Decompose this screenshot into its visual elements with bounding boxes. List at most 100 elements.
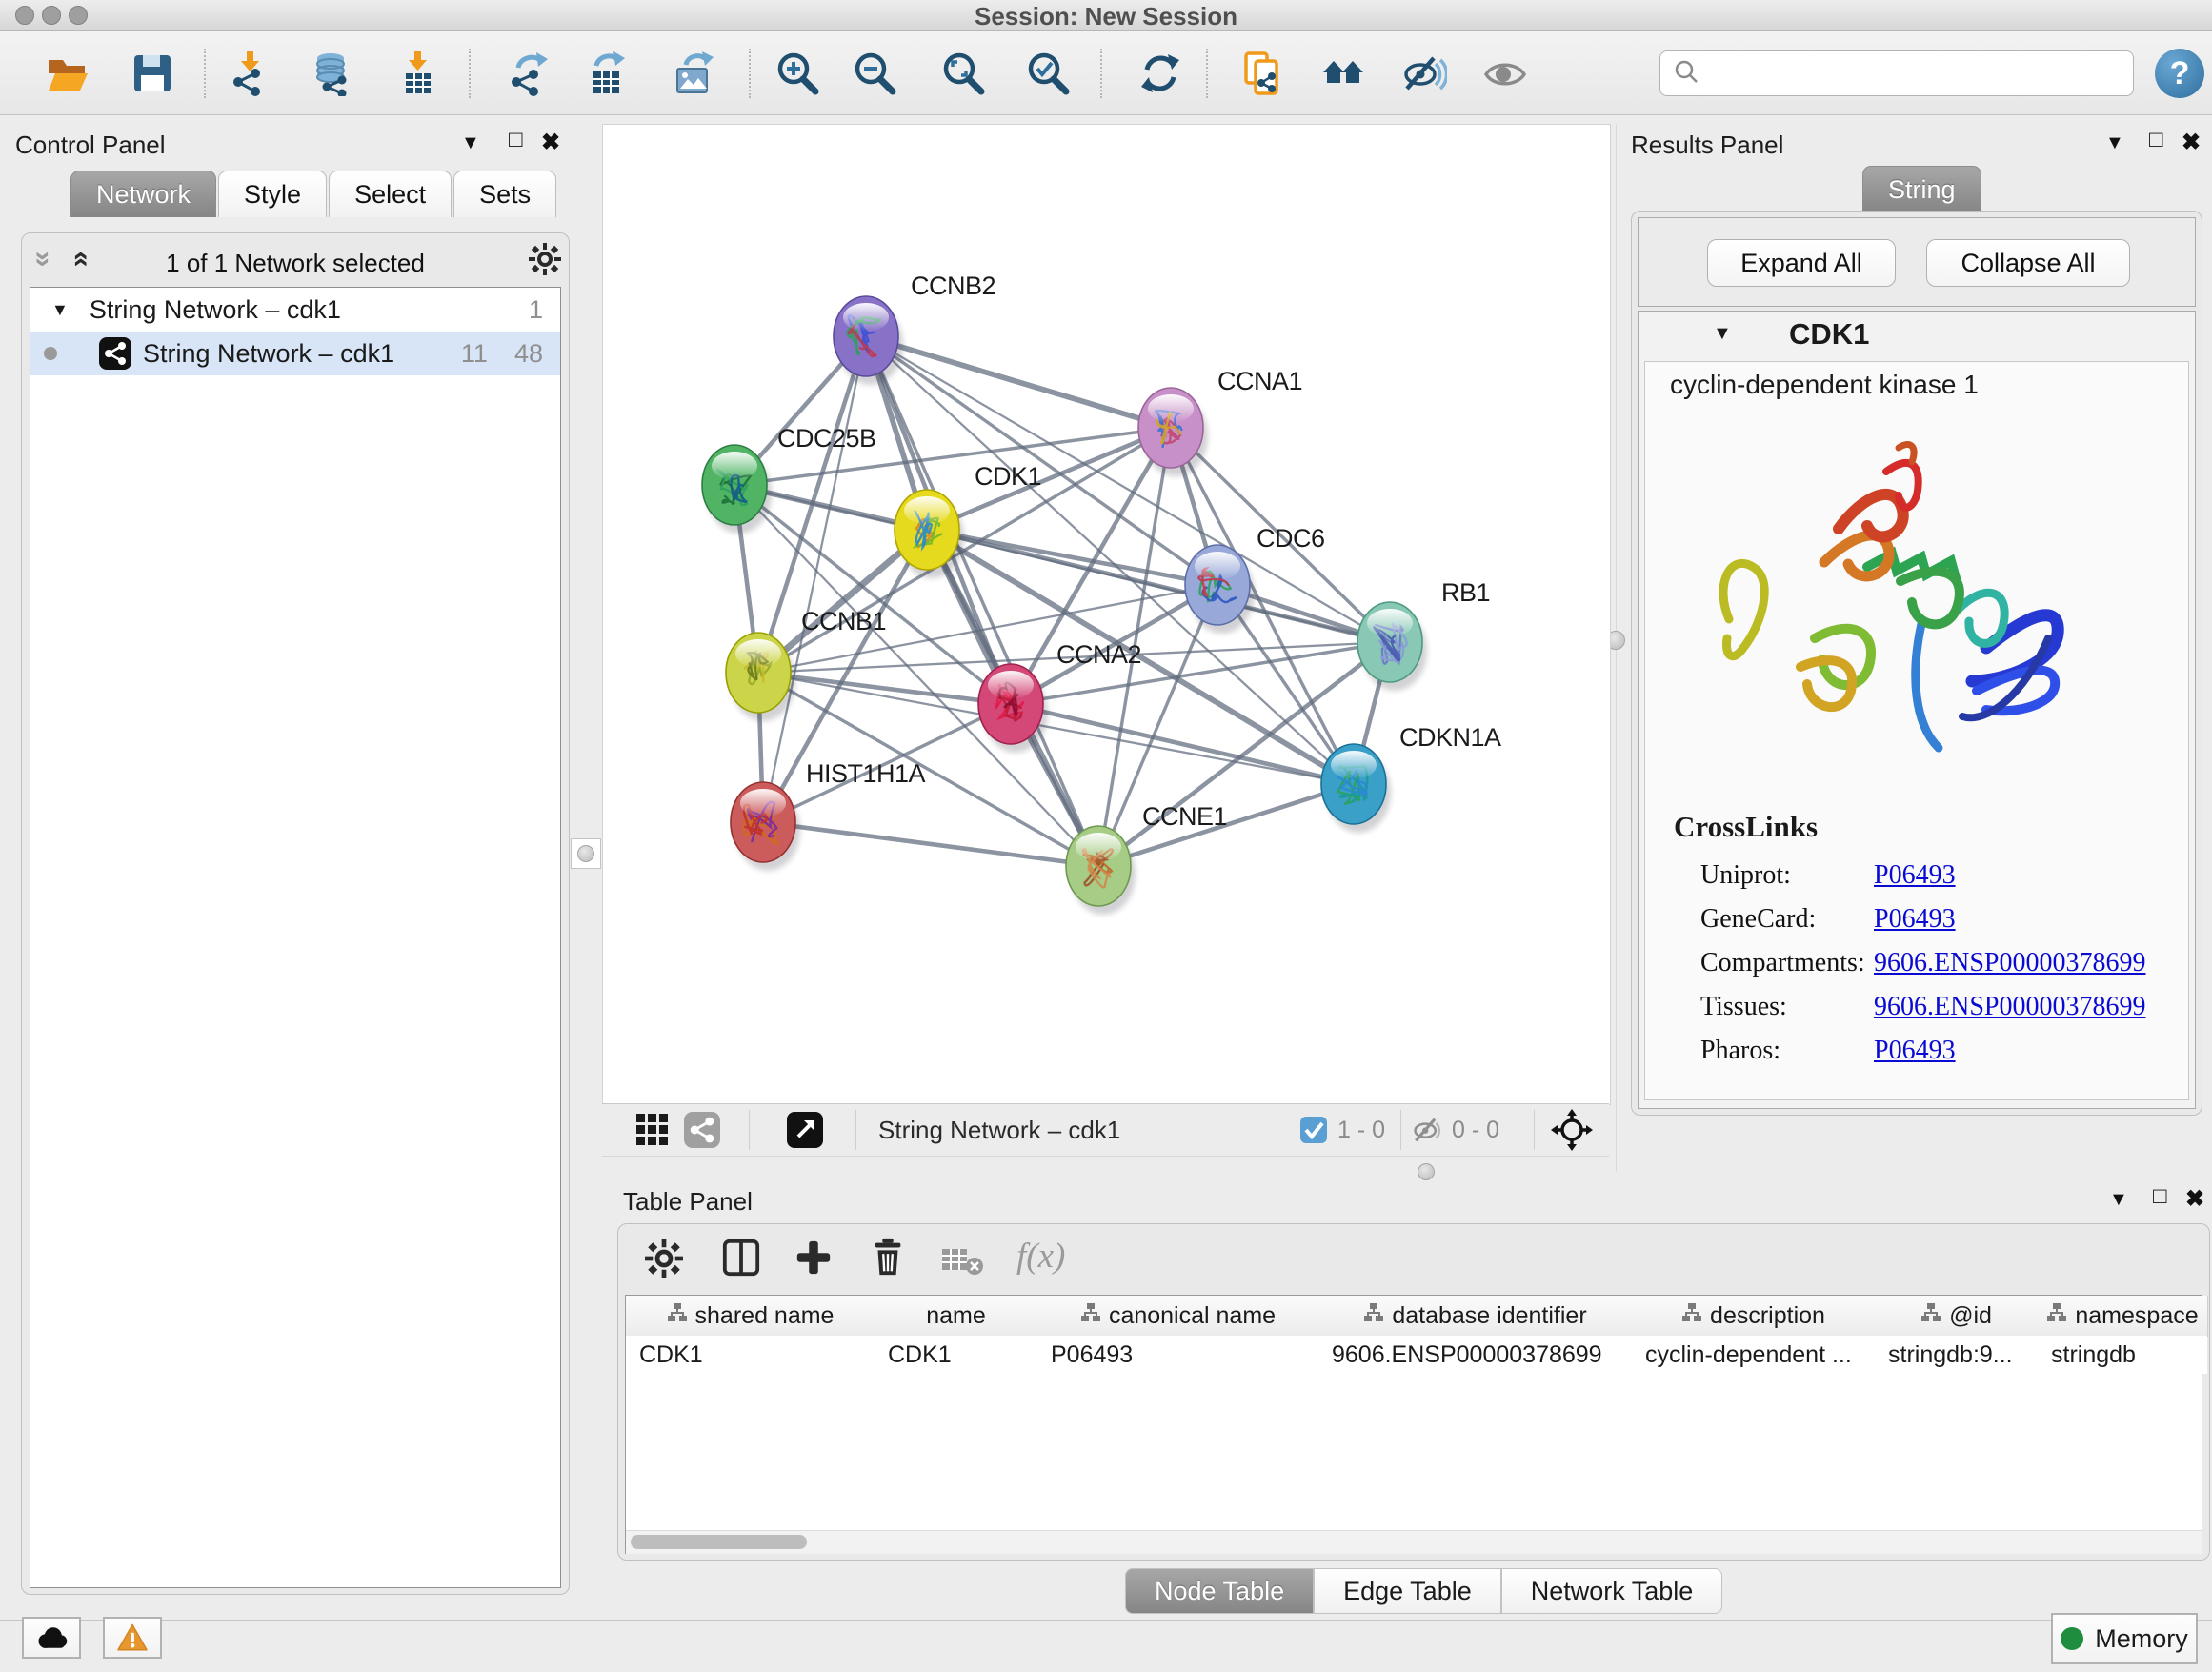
crosslink-link[interactable]: 9606.ENSP00000378699 [1874,992,2145,1022]
save-session-icon[interactable] [126,47,179,100]
table-cell[interactable]: stringdb [2038,1336,2207,1374]
tab-string[interactable]: String [1862,166,1981,212]
edge-CCNB2-HIST1H1A[interactable] [763,336,866,822]
column-header-shared-name[interactable]: shared name [626,1296,875,1337]
node-CDC25B[interactable] [702,445,772,534]
column-header-description[interactable]: description [1632,1296,1876,1337]
export-network-icon[interactable] [501,47,554,100]
node-CCNE1[interactable] [1066,826,1136,915]
import-network-icon[interactable] [223,47,276,100]
table-panel-float-icon[interactable]: □ [2153,1183,2167,1210]
search-input[interactable] [1708,59,2133,88]
crosslink-link[interactable]: P06493 [1874,1036,1956,1066]
zoom-in-icon[interactable] [771,47,824,100]
table-cell[interactable]: CDK1 [626,1336,875,1374]
delete-column-trash-icon[interactable] [868,1237,908,1281]
node-CCNB2[interactable] [834,296,903,385]
column-type-icon [1080,1302,1101,1330]
column-header--id[interactable]: @id [1875,1296,2039,1337]
tab-network[interactable]: Network [70,171,216,217]
edge-CCNB2-CCNA1[interactable] [866,336,1171,428]
tab-select[interactable]: Select [329,171,452,217]
column-header-namespace[interactable]: namespace [2038,1296,2208,1337]
hidden-eye-slash-icon[interactable] [1412,1114,1444,1151]
zoom-selected-icon[interactable] [1021,47,1075,100]
network-view-icon[interactable] [684,1112,720,1153]
hide-selected-eye-slash-icon[interactable] [1398,47,1451,100]
tab-edge-table[interactable]: Edge Table [1314,1568,1501,1614]
table-cell[interactable]: CDK1 [875,1336,1037,1374]
column-header-canonical-name[interactable]: canonical name [1037,1296,1319,1337]
import-database-icon[interactable] [306,47,359,100]
results-panel-menu-icon[interactable]: ▼ [2105,132,2124,154]
tab-network-table[interactable]: Network Table [1501,1568,1723,1614]
table-panel-menu-icon[interactable]: ▼ [2109,1189,2128,1211]
tab-style[interactable]: Style [218,171,327,217]
control-panel-close-icon[interactable]: ✖ [541,129,560,156]
collection-expand-icon[interactable]: ▼ [51,300,69,320]
zoom-out-icon[interactable] [848,47,901,100]
table-cell[interactable]: stringdb:9... [1875,1336,2038,1374]
table-panel-title: Table Panel [623,1187,753,1217]
footer-separator [1534,1110,1535,1150]
network-row-selected[interactable]: String Network – cdk1 11 48 [30,332,560,375]
warning-button[interactable] [103,1617,162,1659]
results-panel-close-icon[interactable]: ✖ [2182,129,2201,156]
zoom-fit-icon[interactable] [936,47,990,100]
cloud-button[interactable] [22,1617,81,1659]
horizontal-scrollbar[interactable] [626,1530,2202,1554]
node-label-CCNA1: CCNA1 [1217,367,1302,395]
node-CDKN1A[interactable] [1321,744,1391,833]
table-cell[interactable]: P06493 [1037,1336,1318,1374]
control-panel-float-icon[interactable]: □ [509,127,523,153]
edge-CCNB1-CCNA2[interactable] [758,673,1011,704]
add-column-icon[interactable] [794,1238,834,1282]
column-header-name[interactable]: name [875,1296,1038,1337]
refresh-icon[interactable] [1134,47,1187,100]
crosslink-link[interactable]: 9606.ENSP00000378699 [1874,948,2145,978]
show-preview-eye-icon[interactable] [1478,47,1532,100]
edge-CCNB2-RB1[interactable] [866,336,1390,642]
node-RB1[interactable] [1357,602,1427,691]
network-collection-row[interactable]: ▼ String Network – cdk1 1 [30,288,560,332]
tab-sets[interactable]: Sets [453,171,556,217]
memory-button[interactable]: Memory [2051,1613,2198,1664]
clone-network-icon[interactable] [1237,47,1290,100]
crosslink-link[interactable]: P06493 [1874,860,1956,891]
help-icon[interactable]: ? [2155,49,2204,98]
crosslink-label: Pharos: [1700,1036,1874,1066]
results-panel-float-icon[interactable]: □ [2149,127,2163,153]
select-columns-icon[interactable] [721,1238,761,1282]
home-icon[interactable] [1317,47,1371,100]
table-panel-close-icon[interactable]: ✖ [2185,1185,2204,1213]
export-table-icon[interactable] [579,47,633,100]
node-table[interactable]: shared namenamecanonical namedatabase id… [625,1295,2202,1554]
fit-content-crosshair-icon[interactable] [1551,1109,1593,1156]
table-cell[interactable]: cyclin-dependent ... [1632,1336,1875,1374]
table-cell[interactable]: 9606.ENSP00000378699 [1318,1336,1632,1374]
protein-collapse-icon[interactable]: ▼ [1713,323,1732,345]
tab-node-table[interactable]: Node Table [1125,1568,1314,1614]
open-session-icon[interactable] [40,47,93,100]
column-header-database-identifier[interactable]: database identifier [1318,1296,1633,1337]
left-splitter-handle[interactable] [571,838,601,869]
network-canvas[interactable]: CCNB2CCNA1CDC25BCDK1CDC6RB1CCNB1CCNA2CDK… [602,124,1611,1105]
control-panel-menu-icon[interactable]: ▼ [461,132,480,154]
node-CCNA2[interactable] [978,664,1048,753]
crosslink-link[interactable]: P06493 [1874,904,1956,935]
open-in-window-icon[interactable] [787,1112,823,1153]
scrollbar-thumb[interactable] [631,1535,807,1549]
search-box[interactable] [1659,50,2134,96]
expand-all-button[interactable]: Expand All [1707,239,1896,287]
export-image-icon[interactable] [667,47,720,100]
selected-checkbox-icon[interactable] [1300,1117,1327,1148]
edge-HIST1H1A-CCNE1[interactable] [763,822,1098,866]
grid-view-icon[interactable] [636,1114,669,1151]
edge-CCNA2-CDKN1A[interactable] [1011,704,1354,784]
table-gear-icon[interactable] [645,1239,683,1282]
node-HIST1H1A[interactable] [731,782,800,871]
import-table-icon[interactable] [391,47,444,100]
collapse-all-button[interactable]: Collapse All [1926,239,2130,287]
toolbar-separator [749,49,751,98]
network-options-gear-icon[interactable] [529,243,561,280]
